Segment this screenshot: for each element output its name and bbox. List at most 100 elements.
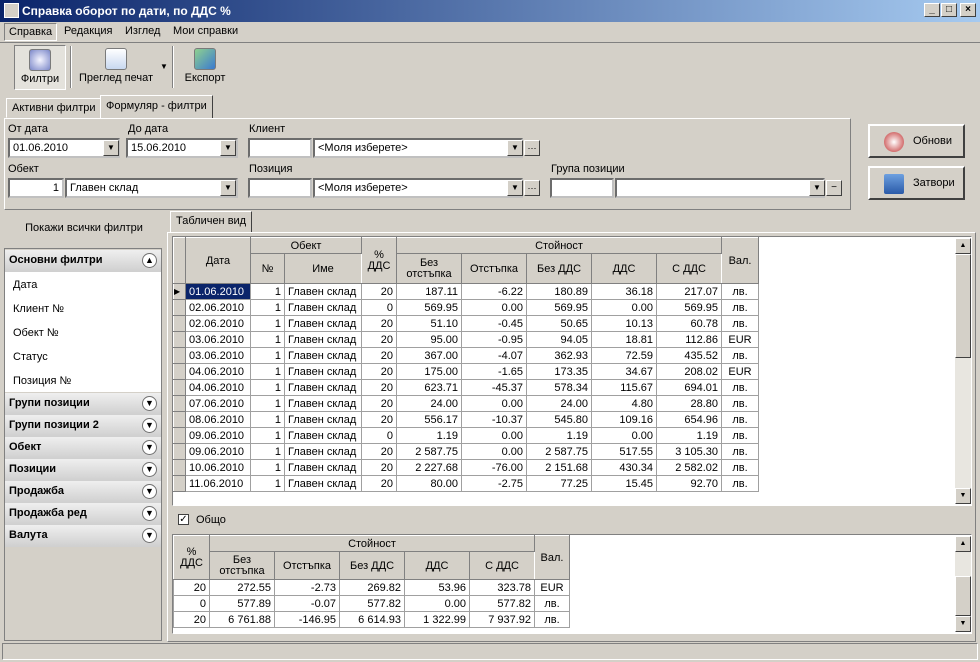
cell-no-discount[interactable]: 2 227.68: [396, 459, 463, 476]
cell-no-discount[interactable]: 6 761.88: [209, 611, 275, 628]
cell-currency[interactable]: лв.: [721, 427, 760, 444]
cell-no-vat[interactable]: 578.34: [526, 379, 593, 396]
scroll-thumb[interactable]: [955, 254, 971, 358]
row-indicator[interactable]: [173, 411, 186, 428]
table-row[interactable]: 03.06.2010 1 Главен склад 20 367.00 -4.07 362.…: [173, 347, 760, 364]
col-vat-pct[interactable]: % ДДС: [361, 237, 398, 284]
filter-group-position-groups[interactable]: Групи позиции ▼: [5, 393, 161, 415]
cell-no-vat[interactable]: 362.93: [526, 347, 593, 364]
cell-discount[interactable]: -0.95: [461, 331, 528, 348]
cell-with-vat[interactable]: 217.07: [656, 283, 723, 300]
filter-group-position-groups-2[interactable]: Групи позиции 2 ▼: [5, 415, 161, 437]
table-row[interactable]: 08.06.2010 1 Главен склад 20 556.17 -10.37 545…: [173, 411, 760, 428]
cell-no-vat[interactable]: 77.25: [526, 475, 593, 492]
filters-button[interactable]: Филтри: [14, 45, 66, 90]
col-object-no[interactable]: №: [250, 253, 285, 284]
print-preview-dropdown-icon[interactable]: ▼: [160, 62, 168, 71]
print-preview-button[interactable]: Преглед печат: [76, 45, 156, 90]
cell-with-vat[interactable]: 112.86: [656, 331, 723, 348]
refresh-button[interactable]: Обнови: [868, 124, 965, 158]
cell-date[interactable]: 08.06.2010: [185, 411, 251, 428]
cell-with-vat[interactable]: 1.19: [656, 427, 723, 444]
totals-col-no-vat[interactable]: Без ДДС: [339, 551, 405, 580]
cell-vat[interactable]: 115.67: [591, 379, 658, 396]
cell-vat[interactable]: 430.34: [591, 459, 658, 476]
table-row[interactable]: 09.06.2010 1 Главен склад 20 2 587.75 0.00 2 5…: [173, 443, 760, 460]
chevron-down-icon[interactable]: ▼: [142, 440, 157, 455]
col-vat[interactable]: ДДС: [591, 253, 658, 284]
scroll-thumb[interactable]: [955, 576, 971, 616]
current-row-indicator-icon[interactable]: ▶: [173, 283, 186, 300]
col-currency[interactable]: Вал.: [721, 237, 760, 284]
cell-object-name[interactable]: Главен склад: [283, 459, 363, 476]
cell-currency[interactable]: лв.: [721, 475, 760, 492]
chevron-up-icon[interactable]: ▲: [142, 253, 157, 268]
close-window-button[interactable]: ×: [960, 3, 976, 17]
cell-vat-pct[interactable]: 0: [173, 595, 210, 612]
cell-object-name[interactable]: Главен склад: [283, 475, 363, 492]
cell-currency[interactable]: лв.: [721, 379, 760, 396]
totals-row[interactable]: 0 577.89 -0.07 577.82 0.00 577.82 лв.: [173, 595, 571, 612]
cell-object-name[interactable]: Главен склад: [283, 443, 363, 460]
cell-with-vat[interactable]: 569.95: [656, 299, 723, 316]
cell-vat[interactable]: 36.18: [591, 283, 658, 300]
cell-vat-pct[interactable]: 0: [361, 427, 398, 444]
cell-vat-pct[interactable]: 20: [361, 363, 398, 380]
scroll-down-icon[interactable]: ▼: [955, 616, 971, 632]
table-row[interactable]: 09.06.2010 1 Главен склад 0 1.19 0.00 1.19 0.00…: [173, 427, 760, 444]
cell-no-vat[interactable]: 2 587.75: [526, 443, 593, 460]
cell-vat[interactable]: 0.00: [591, 299, 658, 316]
cell-currency[interactable]: лв.: [721, 283, 760, 300]
table-row[interactable]: 11.06.2010 1 Главен склад 20 80.00 -2.75 77.25…: [173, 475, 760, 492]
row-indicator[interactable]: [173, 459, 186, 476]
filter-item-object-no[interactable]: Обект №: [13, 327, 59, 339]
cell-object-no[interactable]: 1: [250, 331, 285, 348]
scroll-up-icon[interactable]: ▲: [955, 238, 971, 254]
cell-date[interactable]: 04.06.2010: [185, 379, 251, 396]
cell-discount[interactable]: 0.00: [461, 443, 528, 460]
menu-edit[interactable]: Редакция: [64, 25, 112, 37]
cell-object-name[interactable]: Главен склад: [283, 331, 363, 348]
client-dropdown-icon[interactable]: ▼: [507, 140, 523, 156]
cell-object-no[interactable]: 1: [250, 427, 285, 444]
position-dropdown-icon[interactable]: ▼: [507, 180, 523, 196]
object-select[interactable]: Главен склад: [65, 178, 238, 198]
filter-group-currency[interactable]: Валута ▼: [5, 525, 161, 547]
cell-no-discount[interactable]: 95.00: [396, 331, 463, 348]
cell-object-no[interactable]: 1: [250, 347, 285, 364]
chevron-down-icon[interactable]: ▼: [142, 418, 157, 433]
object-dropdown-icon[interactable]: ▼: [220, 180, 236, 196]
cell-vat[interactable]: 517.55: [591, 443, 658, 460]
row-indicator[interactable]: [173, 379, 186, 396]
group-select[interactable]: [615, 178, 825, 198]
chevron-down-icon[interactable]: ▼: [142, 462, 157, 477]
cell-date[interactable]: 02.06.2010: [185, 299, 251, 316]
cell-vat[interactable]: 34.67: [591, 363, 658, 380]
cell-no-vat[interactable]: 6 614.93: [339, 611, 405, 628]
cell-object-no[interactable]: 1: [250, 283, 285, 300]
cell-no-vat[interactable]: 1.19: [526, 427, 593, 444]
cell-object-name[interactable]: Главен склад: [283, 427, 363, 444]
show-all-filters-button[interactable]: Покажи всички филтри: [4, 212, 164, 242]
cell-currency[interactable]: лв.: [721, 459, 760, 476]
cell-no-vat[interactable]: 180.89: [526, 283, 593, 300]
cell-discount[interactable]: -45.37: [461, 379, 528, 396]
cell-vat-pct[interactable]: 0: [361, 299, 398, 316]
totals-col-no-discount[interactable]: Без отстъпка: [209, 551, 275, 580]
chevron-down-icon[interactable]: ▼: [142, 484, 157, 499]
cell-no-vat[interactable]: 24.00: [526, 395, 593, 412]
cell-with-vat[interactable]: 694.01: [656, 379, 723, 396]
cell-discount[interactable]: 0.00: [461, 427, 528, 444]
cell-object-no[interactable]: 1: [250, 363, 285, 380]
row-indicator[interactable]: [173, 299, 186, 316]
cell-no-discount[interactable]: 569.95: [396, 299, 463, 316]
cell-object-name[interactable]: Главен склад: [283, 395, 363, 412]
row-indicator[interactable]: [173, 427, 186, 444]
cell-object-no[interactable]: 1: [250, 475, 285, 492]
cell-vat[interactable]: 0.00: [591, 427, 658, 444]
cell-currency[interactable]: EUR: [721, 363, 760, 380]
cell-with-vat[interactable]: 208.02: [656, 363, 723, 380]
cell-with-vat[interactable]: 3 105.30: [656, 443, 723, 460]
cell-vat[interactable]: 53.96: [404, 579, 470, 596]
cell-no-discount[interactable]: 51.10: [396, 315, 463, 332]
